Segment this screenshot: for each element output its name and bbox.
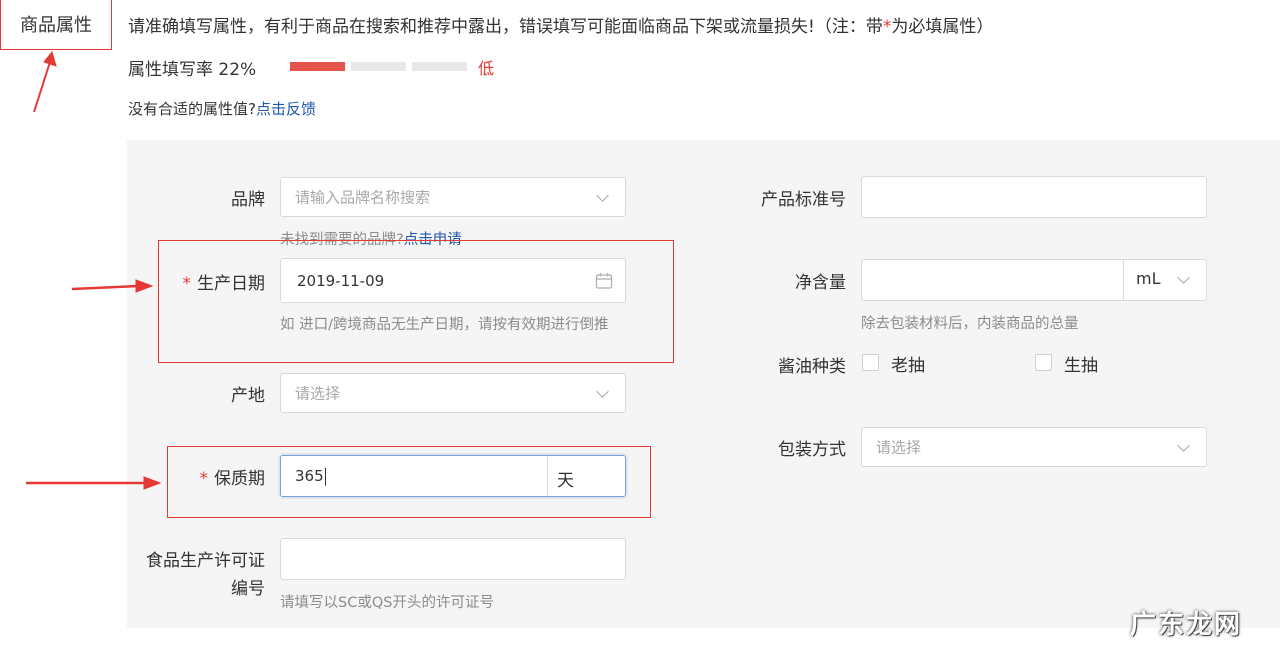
annotation-arrows [26, 50, 162, 490]
watermark: 广东龙网 [1129, 610, 1242, 640]
